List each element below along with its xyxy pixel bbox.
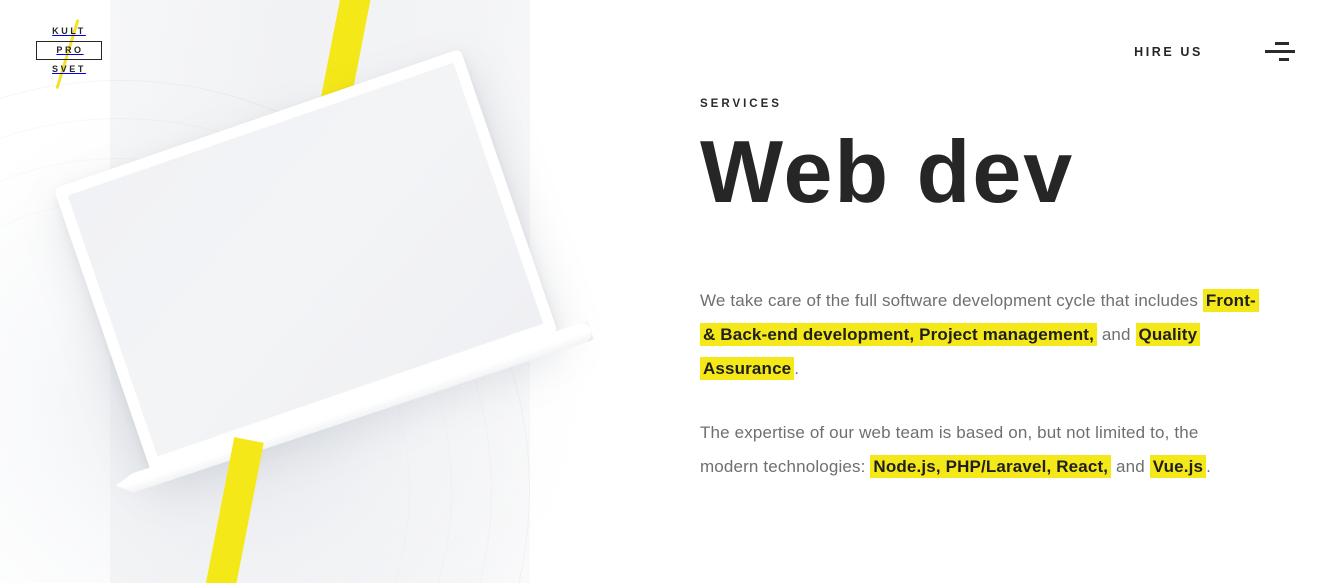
- paragraph-text: We take care of the full software develo…: [700, 291, 1203, 311]
- hire-us-link[interactable]: HIRE US: [1134, 45, 1203, 59]
- paragraph-text: .: [1206, 457, 1211, 477]
- logo-line-kult: KULT: [52, 26, 86, 36]
- logo-line-svet: SVET: [52, 64, 86, 74]
- highlighted-term: Node.js, PHP/Laravel, React,: [870, 455, 1112, 479]
- brand-logo[interactable]: KULT PRO SVET: [36, 19, 102, 89]
- hamburger-menu-icon[interactable]: [1265, 40, 1295, 64]
- paragraph-text: .: [794, 359, 800, 379]
- highlighted-term: Vue.js: [1149, 455, 1207, 479]
- hamburger-line-bottom: [1279, 58, 1289, 61]
- hamburger-line-middle: [1265, 50, 1295, 53]
- service-description-paragraph-2: The expertise of our web team is based o…: [700, 416, 1260, 484]
- logo-line-pro: PRO: [36, 41, 102, 60]
- hero-visual: [0, 0, 700, 583]
- service-description-paragraph-1: We take care of the full software develo…: [700, 284, 1260, 386]
- page-root: KULT PRO SVET HIRE US SERVICES Web dev W…: [0, 0, 1335, 583]
- page-title: Web dev: [700, 122, 1075, 221]
- header-nav: HIRE US: [1134, 0, 1335, 104]
- paragraph-text: and: [1111, 457, 1150, 477]
- paragraph-text: and: [1096, 325, 1136, 345]
- hamburger-line-top: [1275, 42, 1289, 45]
